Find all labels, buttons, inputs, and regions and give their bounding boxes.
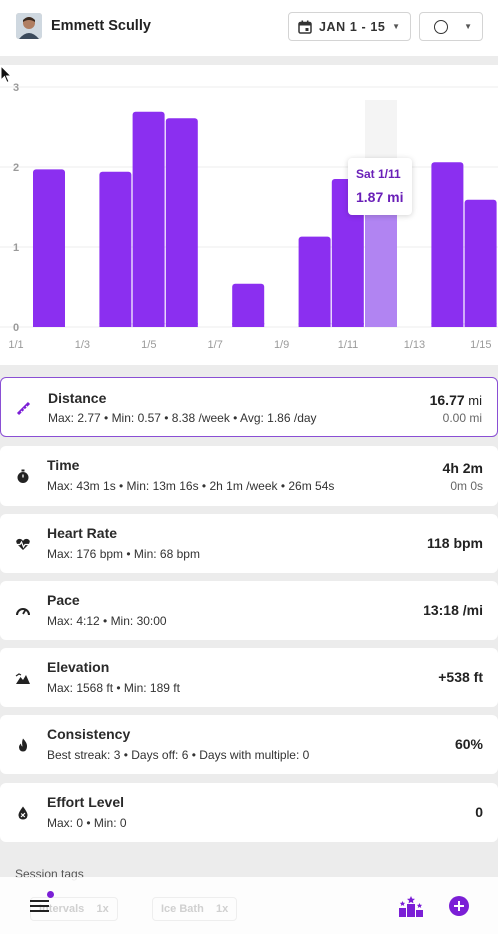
stat-value: 118 bpm	[427, 535, 483, 551]
stat-subtitle: Max: 1568 ft • Min: 189 ft	[47, 681, 180, 695]
add-button[interactable]	[449, 896, 469, 916]
tag-count: 1x	[216, 903, 229, 915]
x-tick-label: 1/3	[75, 339, 90, 351]
tooltip-value: 1.87 mi	[356, 189, 404, 205]
bar-base	[33, 323, 65, 327]
bar-1-1	[33, 169, 65, 327]
x-tick-label: 1/7	[208, 339, 223, 351]
stat-subtitle: Max: 43m 1s • Min: 13m 16s • 2h 1m /week…	[47, 479, 335, 493]
notification-dot	[47, 891, 54, 898]
bar-base	[365, 323, 397, 327]
stat-card-time[interactable]: Time Max: 43m 1s • Min: 13m 16s • 2h 1m /…	[0, 446, 498, 506]
stat-card-distance[interactable]: Distance Max: 2.77 • Min: 0.57 • 8.38 /we…	[0, 377, 498, 437]
bar-1-9	[298, 236, 331, 327]
stat-title: Distance	[48, 390, 107, 406]
stat-secondary-value: 0.00 mi	[442, 411, 482, 425]
bar-1-7	[232, 283, 265, 327]
x-tick-label: 1/13	[404, 339, 425, 351]
speedometer-icon	[16, 607, 30, 615]
bar-1-13	[431, 162, 464, 327]
stat-title: Effort Level	[47, 794, 125, 810]
bar-base	[431, 323, 464, 327]
stat-value-number: 13:18 /mi	[423, 602, 483, 618]
stat-subtitle: Max: 176 bpm • Min: 68 bpm	[47, 547, 200, 561]
date-range-label: JAN 1 - 15	[319, 19, 386, 34]
session-tag[interactable]: Ice Bath 1x	[152, 897, 238, 921]
mouse-cursor-icon	[0, 65, 13, 84]
circle-icon	[434, 20, 448, 34]
x-tick-label: 1/9	[274, 339, 289, 351]
stat-value-number: 118 bpm	[426, 535, 483, 551]
stat-card-heart-rate[interactable]: Heart Rate Max: 176 bpm • Min: 68 bpm 118 …	[0, 514, 498, 573]
bar-base	[99, 323, 132, 327]
bar-base	[132, 323, 165, 327]
bottom-nav-bar: Intervals 1x Ice Bath 1x	[0, 877, 498, 934]
menu-icon[interactable]	[30, 898, 50, 914]
x-tick-label: 1/5	[141, 339, 156, 351]
mountain-icon	[15, 672, 30, 684]
stat-title: Heart Rate	[47, 525, 118, 541]
y-tick-label: 0	[13, 322, 19, 334]
tooltip-day: Sat 1/11	[356, 167, 401, 181]
stat-subtitle: Max: 4:12 • Min: 30:00	[47, 614, 167, 628]
stat-value-number: +538 ft	[438, 669, 483, 685]
leaderboard-podium-icon[interactable]	[398, 895, 424, 917]
bar-base	[331, 323, 364, 327]
flame-icon	[19, 738, 28, 751]
date-range-dropdown[interactable]: JAN 1 - 15 ▼	[288, 12, 411, 41]
stat-subtitle: Max: 2.77 • Min: 0.57 • 8.38 /week • Avg…	[48, 411, 317, 425]
bar-1-4	[132, 111, 165, 327]
stat-value-number: 60%	[454, 736, 483, 752]
bar-chart[interactable]: 01231/1 1/3 1/5 1/7 1/9 1/11 1/13 1/15	[0, 65, 498, 365]
bar-1-3	[99, 171, 132, 327]
effort-drop-icon	[18, 806, 28, 819]
bar-base	[464, 323, 497, 327]
heartbeat-icon	[16, 538, 30, 550]
tag-count: 1x	[96, 903, 109, 915]
calendar-icon	[298, 20, 312, 34]
stat-value-number: 4h 2m	[442, 460, 483, 476]
x-tick-label: 1/11	[338, 339, 359, 351]
stat-card-effort-level[interactable]: Effort Level Max: 0 • Min: 0 0	[0, 783, 498, 842]
avatar[interactable]	[16, 13, 42, 39]
distance-chart: 0 1 2 3 1/1 1/3 1/5 1/7 1/9 1/11 1/13 1/15 Sat 1/11…	[0, 65, 498, 365]
bar-base	[232, 323, 265, 327]
stat-title: Pace	[47, 592, 80, 608]
stat-value: 0	[475, 804, 483, 820]
bar-base	[298, 323, 331, 327]
x-tick-label: 1/1	[8, 339, 23, 351]
x-tick-label: 1/15	[470, 339, 491, 351]
bar-base	[165, 323, 198, 327]
stat-secondary-value: 0m 0s	[450, 479, 483, 493]
stat-value: +538 ft	[438, 669, 483, 685]
chevron-down-icon: ▼	[464, 22, 472, 31]
stat-value-unit: mi	[464, 393, 482, 408]
stat-value: 16.77 mi	[430, 392, 482, 408]
stat-subtitle: Max: 0 • Min: 0	[47, 816, 127, 830]
ruler-icon	[16, 401, 31, 416]
chart-tooltip: Sat 1/11 1.87 mi	[348, 158, 412, 215]
tag-name: Ice Bath	[161, 903, 204, 915]
stat-card-elevation[interactable]: Elevation Max: 1568 ft • Min: 189 ft +538 …	[0, 648, 498, 707]
stat-title: Elevation	[47, 659, 110, 675]
bar-1-14	[464, 199, 497, 327]
y-tick-label: 2	[13, 162, 19, 174]
y-tick-label: 1	[13, 242, 19, 254]
stat-title: Consistency	[47, 726, 131, 742]
bar-1-5	[165, 118, 198, 327]
stat-card-pace[interactable]: Pace Max: 4:12 • Min: 30:00 13:18 /mi	[0, 581, 498, 640]
stat-subtitle: Best streak: 3 • Days off: 6 • Days with…	[47, 748, 310, 762]
user-name: Emmett Scully	[51, 18, 151, 34]
stat-card-consistency[interactable]: Consistency Best streak: 3 • Days off: 6 …	[0, 715, 498, 774]
stat-title: Time	[47, 457, 80, 473]
app-header: Emmett Scully JAN 1 - 15 ▼ ▼	[0, 0, 498, 56]
stat-value: 13:18 /mi	[423, 602, 483, 618]
stopwatch-icon	[17, 469, 29, 483]
stat-value-number: 16.77	[429, 392, 465, 408]
chevron-down-icon: ▼	[392, 22, 400, 31]
stat-value: 4h 2m	[443, 460, 483, 476]
activity-filter-dropdown[interactable]: ▼	[419, 12, 483, 41]
stat-value: 60%	[455, 736, 483, 752]
stat-value-number: 0	[475, 804, 483, 820]
